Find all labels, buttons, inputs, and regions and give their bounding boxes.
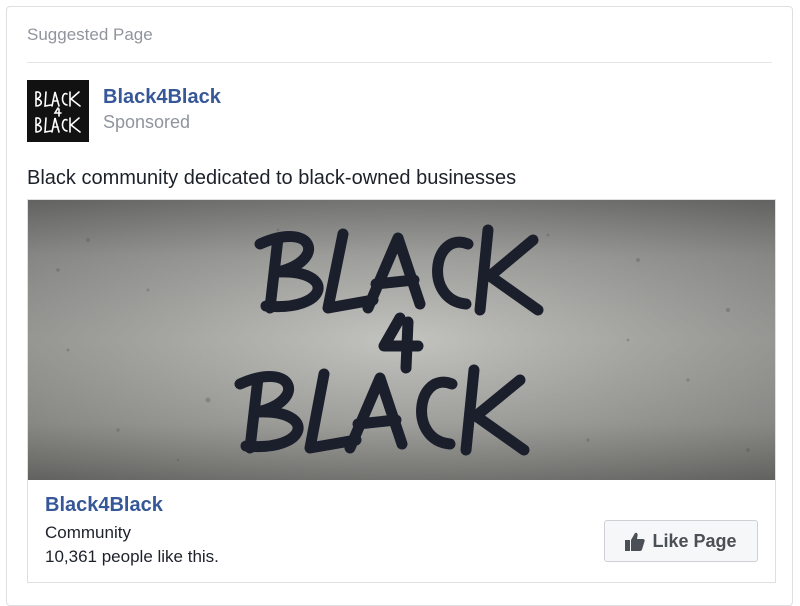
suggested-page-card: Suggested Page Black4Black Sponsored Bla… bbox=[6, 6, 793, 606]
page-like-count: 10,361 people like this. bbox=[45, 547, 219, 566]
page-info-footer: Black4Black Community 10,361 people like… bbox=[28, 480, 775, 582]
black4black-logo-small bbox=[27, 80, 89, 142]
page-category: Community bbox=[45, 523, 131, 542]
page-avatar[interactable] bbox=[27, 80, 89, 142]
page-name-link[interactable]: Black4Black bbox=[45, 494, 163, 517]
sponsored-label: Sponsored bbox=[103, 112, 191, 132]
divider bbox=[27, 62, 772, 63]
like-page-button[interactable]: Like Page bbox=[604, 520, 758, 562]
author-block: Black4Black Sponsored bbox=[103, 84, 221, 134]
black4black-graffiti-logo bbox=[28, 200, 775, 480]
like-page-label: Like Page bbox=[652, 530, 737, 551]
cover-image[interactable] bbox=[28, 200, 775, 480]
page-attachment[interactable]: Black4Black Community 10,361 people like… bbox=[27, 199, 776, 583]
post-text: Black community dedicated to black-owned… bbox=[27, 167, 517, 189]
thumbs-up-icon bbox=[625, 532, 646, 551]
card-header: Suggested Page bbox=[27, 25, 153, 44]
post-header: Black4Black Sponsored bbox=[27, 80, 221, 144]
author-name-link[interactable]: Black4Black bbox=[103, 84, 221, 110]
